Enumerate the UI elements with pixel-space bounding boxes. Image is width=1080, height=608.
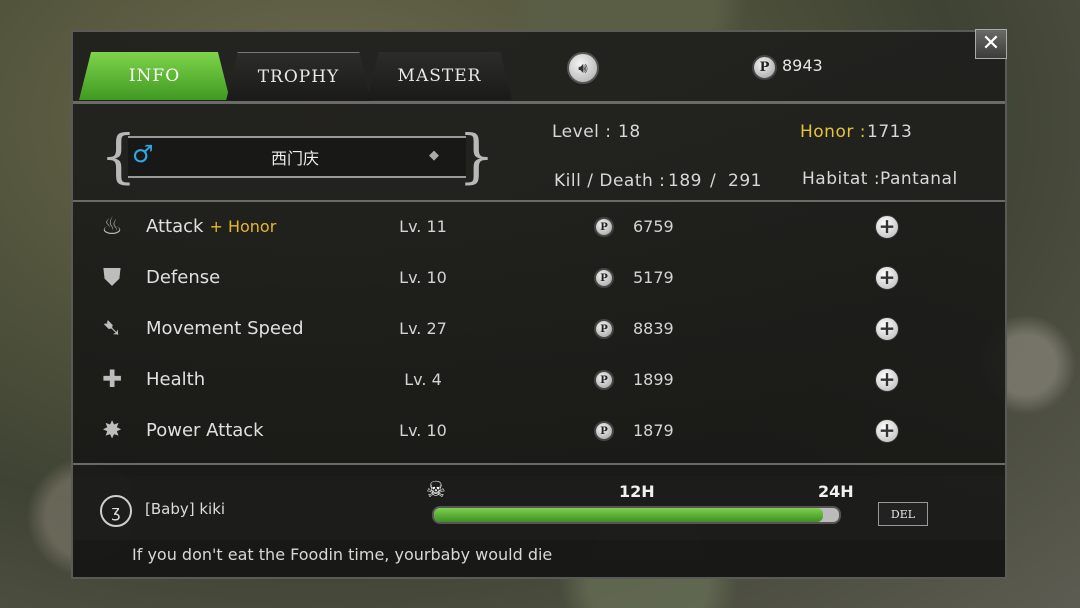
plus-icon: + bbox=[878, 316, 896, 340]
coin-icon: P bbox=[594, 268, 614, 288]
stat-row-movement-speed: ➷ Movement Speed Lv. 27 P 8839 + bbox=[73, 304, 1005, 354]
stat-row-power-attack: ✸ Power Attack Lv. 10 P 1879 + bbox=[73, 406, 1005, 456]
coin-icon: P bbox=[594, 217, 614, 237]
diamond-icon: ◆ bbox=[429, 148, 439, 163]
upgrade-attack-button[interactable]: + bbox=[875, 215, 899, 239]
plus-icon: + bbox=[878, 367, 896, 391]
shield-icon: ⛊ bbox=[103, 263, 121, 291]
upgrade-cost: 1899 bbox=[633, 370, 674, 389]
upgrade-cost: 6759 bbox=[633, 217, 674, 236]
time-mid-label: 12H bbox=[619, 482, 655, 501]
upgrade-cost: 8839 bbox=[633, 319, 674, 338]
close-button[interactable]: ✕ bbox=[975, 29, 1007, 59]
plus-icon: + bbox=[878, 214, 896, 238]
points-coin-icon: P bbox=[752, 55, 777, 80]
honor-label: Honor : bbox=[800, 122, 866, 142]
delete-baby-button[interactable]: DEL bbox=[878, 502, 928, 526]
stat-row-attack: ♨ Attack + Honor Lv. 11 P 6759 + bbox=[73, 202, 1005, 252]
skull-crossbones-icon: ☠ bbox=[426, 478, 446, 503]
stat-row-defense: ⛊ Defense Lv. 10 P 5179 + bbox=[73, 253, 1005, 303]
stat-row-health: ✚ Health Lv. 4 P 1899 + bbox=[73, 355, 1005, 405]
stat-level: Lv. 10 bbox=[399, 268, 447, 287]
baby-food-progress-fill bbox=[434, 508, 823, 522]
stat-level: Lv. 4 bbox=[404, 370, 442, 389]
time-end-label: 24H bbox=[818, 482, 854, 501]
honor-value: 1713 bbox=[867, 122, 913, 142]
tab-trophy[interactable]: TROPHY bbox=[226, 52, 371, 101]
stat-level: Lv. 27 bbox=[399, 319, 447, 338]
habitat-label: Habitat : bbox=[802, 169, 881, 189]
burst-icon: ✸ bbox=[101, 416, 123, 444]
coin-icon: P bbox=[594, 421, 614, 441]
coin-icon: P bbox=[594, 319, 614, 339]
hint-text: If you don't eat the Foodin time, yourba… bbox=[132, 545, 553, 564]
plus-icon: + bbox=[878, 418, 896, 442]
sound-toggle-button[interactable]: 🔊︎ bbox=[567, 52, 599, 84]
wing-icon: ➷ bbox=[101, 314, 123, 342]
baby-name: [Baby] kiki bbox=[145, 500, 226, 518]
upgrade-defense-button[interactable]: + bbox=[875, 266, 899, 290]
stat-level: Lv. 11 bbox=[399, 217, 447, 236]
points-balance: 8943 bbox=[782, 56, 823, 75]
tab-info[interactable]: INFO bbox=[79, 52, 230, 100]
speaker-icon: 🔊︎ bbox=[578, 59, 588, 77]
kills-value: 189 bbox=[668, 171, 702, 191]
stat-name: Health bbox=[146, 369, 206, 390]
right-ornament: } bbox=[458, 122, 495, 190]
cross-icon: ✚ bbox=[101, 365, 123, 393]
male-icon: ♂ bbox=[132, 140, 154, 168]
habitat-value: Pantanal bbox=[880, 169, 958, 189]
level-value: 18 bbox=[618, 122, 641, 142]
stat-name: Power Attack bbox=[146, 420, 264, 441]
level-label: Level : bbox=[552, 122, 612, 142]
close-icon: ✕ bbox=[981, 31, 1001, 56]
kill-death-label: Kill / Death : bbox=[554, 171, 666, 191]
coin-icon: P bbox=[594, 370, 614, 390]
honor-bonus-label: + Honor bbox=[209, 217, 277, 236]
flame-claw-icon: ♨ bbox=[101, 212, 123, 240]
kd-separator: / bbox=[710, 171, 717, 191]
deaths-value: 291 bbox=[728, 171, 762, 191]
stat-name: Defense bbox=[146, 267, 221, 288]
player-name: 西门庆 bbox=[270, 149, 319, 168]
upgrade-movement-speed-button[interactable]: + bbox=[875, 317, 899, 341]
stat-name: Attack bbox=[146, 216, 204, 237]
plus-icon: + bbox=[878, 265, 896, 289]
baby-food-progress bbox=[432, 506, 841, 524]
stat-name: Movement Speed bbox=[146, 318, 304, 339]
stat-level: Lv. 10 bbox=[399, 421, 447, 440]
upgrade-health-button[interactable]: + bbox=[875, 368, 899, 392]
upgrade-cost: 1879 bbox=[633, 421, 674, 440]
stats-divider bbox=[73, 463, 1005, 465]
baby-egg-icon[interactable]: ʒ bbox=[100, 495, 132, 527]
tab-master[interactable]: MASTER bbox=[367, 52, 512, 100]
upgrade-cost: 5179 bbox=[633, 268, 674, 287]
upgrade-power-attack-button[interactable]: + bbox=[875, 419, 899, 443]
